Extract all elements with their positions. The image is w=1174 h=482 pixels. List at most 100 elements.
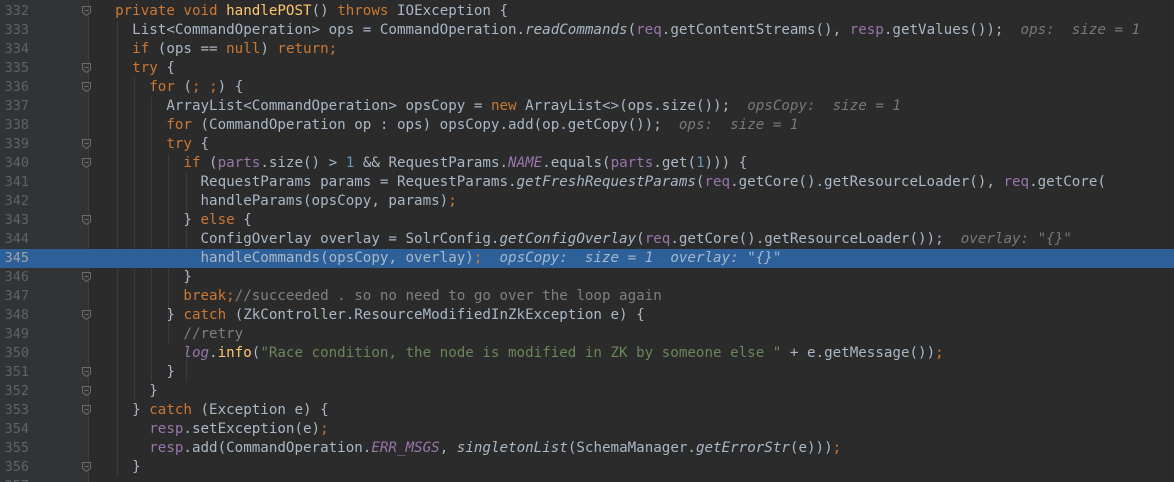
code-text[interactable]: resp.add(CommandOperation.ERR_MSGS, sing… xyxy=(98,439,841,458)
line-number[interactable]: 352 xyxy=(0,382,29,401)
code-text[interactable]: } else { xyxy=(98,211,251,230)
fold-marker-icon[interactable] xyxy=(82,82,91,92)
code-text[interactable]: } xyxy=(98,458,141,477)
fold-marker-icon[interactable] xyxy=(82,405,91,415)
code-line[interactable]: 344 ConfigOverlay overlay = SolrConfig.g… xyxy=(0,230,1174,249)
line-number[interactable]: 354 xyxy=(0,420,29,439)
fold-marker-icon[interactable] xyxy=(82,386,91,396)
code-text[interactable]: } xyxy=(98,382,158,401)
code-text[interactable]: ArrayList<CommandOperation> opsCopy = ne… xyxy=(98,97,901,116)
code-line[interactable]: 338 for (CommandOperation op : ops) opsC… xyxy=(0,116,1174,135)
line-number[interactable]: 341 xyxy=(0,173,29,192)
line-number[interactable]: 332 xyxy=(0,2,29,21)
line-number[interactable]: 345 xyxy=(0,249,29,268)
code-line[interactable]: 337 ArrayList<CommandOperation> opsCopy … xyxy=(0,97,1174,116)
code-token: ( xyxy=(183,79,192,95)
fold-marker-icon[interactable] xyxy=(82,215,91,225)
code-token: resp xyxy=(149,421,184,437)
code-text[interactable]: } catch (ZkController.ResourceModifiedIn… xyxy=(98,306,644,325)
line-number[interactable]: 335 xyxy=(0,59,29,78)
line-number[interactable]: 344 xyxy=(0,230,29,249)
code-text[interactable]: try { xyxy=(98,59,175,78)
code-line[interactable]: 356 } xyxy=(0,458,1174,477)
code-text[interactable]: private void handlePOST() throws IOExcep… xyxy=(98,2,508,21)
line-number[interactable]: 348 xyxy=(0,306,29,325)
code-text[interactable]: } xyxy=(98,363,175,382)
code-text[interactable]: List<CommandOperation> ops = CommandOper… xyxy=(98,21,1140,40)
code-editor[interactable]: 332 private void handlePOST() throws IOE… xyxy=(0,0,1174,482)
line-number[interactable]: 333 xyxy=(0,21,29,40)
line-number[interactable]: 340 xyxy=(0,154,29,173)
code-text[interactable]: if (ops == null) return; xyxy=(98,40,337,59)
code-text[interactable]: ConfigOverlay overlay = SolrConfig.getCo… xyxy=(98,230,1072,249)
code-token: .equals( xyxy=(542,155,611,171)
fold-marker-icon[interactable] xyxy=(82,63,91,73)
code-text[interactable]: } xyxy=(98,268,192,287)
line-number[interactable]: 342 xyxy=(0,192,29,211)
code-text[interactable]: log.info("Race condition, the node is mo… xyxy=(98,344,943,363)
code-token: } xyxy=(183,269,192,285)
code-line[interactable]: 349 //retry xyxy=(0,325,1174,344)
line-number[interactable]: 357 xyxy=(0,477,29,482)
code-text[interactable]: resp.setException(e); xyxy=(98,420,328,439)
code-line[interactable]: 357 xyxy=(0,477,1174,482)
line-number[interactable]: 337 xyxy=(0,97,29,116)
code-token: ( xyxy=(209,155,218,171)
code-token: handleParams(opsCopy, params) xyxy=(200,193,449,209)
code-line[interactable]: 346 } xyxy=(0,268,1174,287)
fold-marker-icon[interactable] xyxy=(82,139,91,149)
fold-marker-icon[interactable] xyxy=(82,6,91,16)
line-number[interactable]: 353 xyxy=(0,401,29,420)
code-text[interactable]: if (parts.size() > 1 && RequestParams.NA… xyxy=(98,154,747,173)
fold-marker-icon[interactable] xyxy=(82,272,91,282)
fold-marker-icon[interactable] xyxy=(82,367,91,377)
line-number[interactable]: 347 xyxy=(0,287,29,306)
code-line[interactable]: 334 if (ops == null) return; xyxy=(0,40,1174,59)
code-text[interactable]: for (; ;) { xyxy=(98,78,243,97)
code-token: return xyxy=(277,41,329,57)
code-line[interactable]: 343 } else { xyxy=(0,211,1174,230)
code-text[interactable]: for (CommandOperation op : ops) opsCopy.… xyxy=(98,116,798,135)
code-token: info xyxy=(217,345,252,361)
fold-marker-icon[interactable] xyxy=(82,310,91,320)
line-number[interactable]: 338 xyxy=(0,116,29,135)
code-text[interactable]: handleParams(opsCopy, params); xyxy=(98,192,457,211)
line-number[interactable]: 336 xyxy=(0,78,29,97)
code-line-current[interactable]: 345 handleCommands(opsCopy, overlay); op… xyxy=(0,249,1174,268)
code-line[interactable]: 352 } xyxy=(0,382,1174,401)
code-line[interactable]: 351 } xyxy=(0,363,1174,382)
code-line[interactable]: 342 handleParams(opsCopy, params); xyxy=(0,192,1174,211)
line-number[interactable]: 343 xyxy=(0,211,29,230)
code-line[interactable]: 340 if (parts.size() > 1 && RequestParam… xyxy=(0,154,1174,173)
code-line[interactable]: 353 } catch (Exception e) { xyxy=(0,401,1174,420)
line-number[interactable]: 349 xyxy=(0,325,29,344)
code-line[interactable]: 341 RequestParams params = RequestParams… xyxy=(0,173,1174,192)
code-text[interactable]: handleCommands(opsCopy, overlay); opsCop… xyxy=(98,249,782,268)
code-line[interactable]: 333 List<CommandOperation> ops = Command… xyxy=(0,21,1174,40)
code-text[interactable]: } catch (Exception e) { xyxy=(98,401,328,420)
code-line[interactable]: 355 resp.add(CommandOperation.ERR_MSGS, … xyxy=(0,439,1174,458)
code-text[interactable]: RequestParams params = RequestParams.get… xyxy=(98,173,1106,192)
code-line[interactable]: 336 for (; ;) { xyxy=(0,78,1174,97)
line-number[interactable]: 350 xyxy=(0,344,29,363)
code-text[interactable]: try { xyxy=(98,135,209,154)
line-number[interactable]: 334 xyxy=(0,40,29,59)
code-line[interactable]: 332 private void handlePOST() throws IOE… xyxy=(0,2,1174,21)
line-number[interactable]: 346 xyxy=(0,268,29,287)
fold-marker-icon[interactable] xyxy=(82,158,91,168)
line-number[interactable]: 356 xyxy=(0,458,29,477)
code-line[interactable]: 339 try { xyxy=(0,135,1174,154)
code-line[interactable]: 348 } catch (ZkController.ResourceModifi… xyxy=(0,306,1174,325)
fold-marker-icon[interactable] xyxy=(82,462,91,472)
line-number[interactable]: 351 xyxy=(0,363,29,382)
code-line[interactable]: 354 resp.setException(e); xyxy=(0,420,1174,439)
code-text[interactable]: //retry xyxy=(98,325,243,344)
line-number[interactable]: 339 xyxy=(0,135,29,154)
line-number[interactable]: 355 xyxy=(0,439,29,458)
code-line[interactable]: 350 log.info("Race condition, the node i… xyxy=(0,344,1174,363)
code-line[interactable]: 335 try { xyxy=(0,59,1174,78)
code-text[interactable]: break;//succeeded . so no need to go ove… xyxy=(98,287,661,306)
code-line[interactable]: 347 break;//succeeded . so no need to go… xyxy=(0,287,1174,306)
